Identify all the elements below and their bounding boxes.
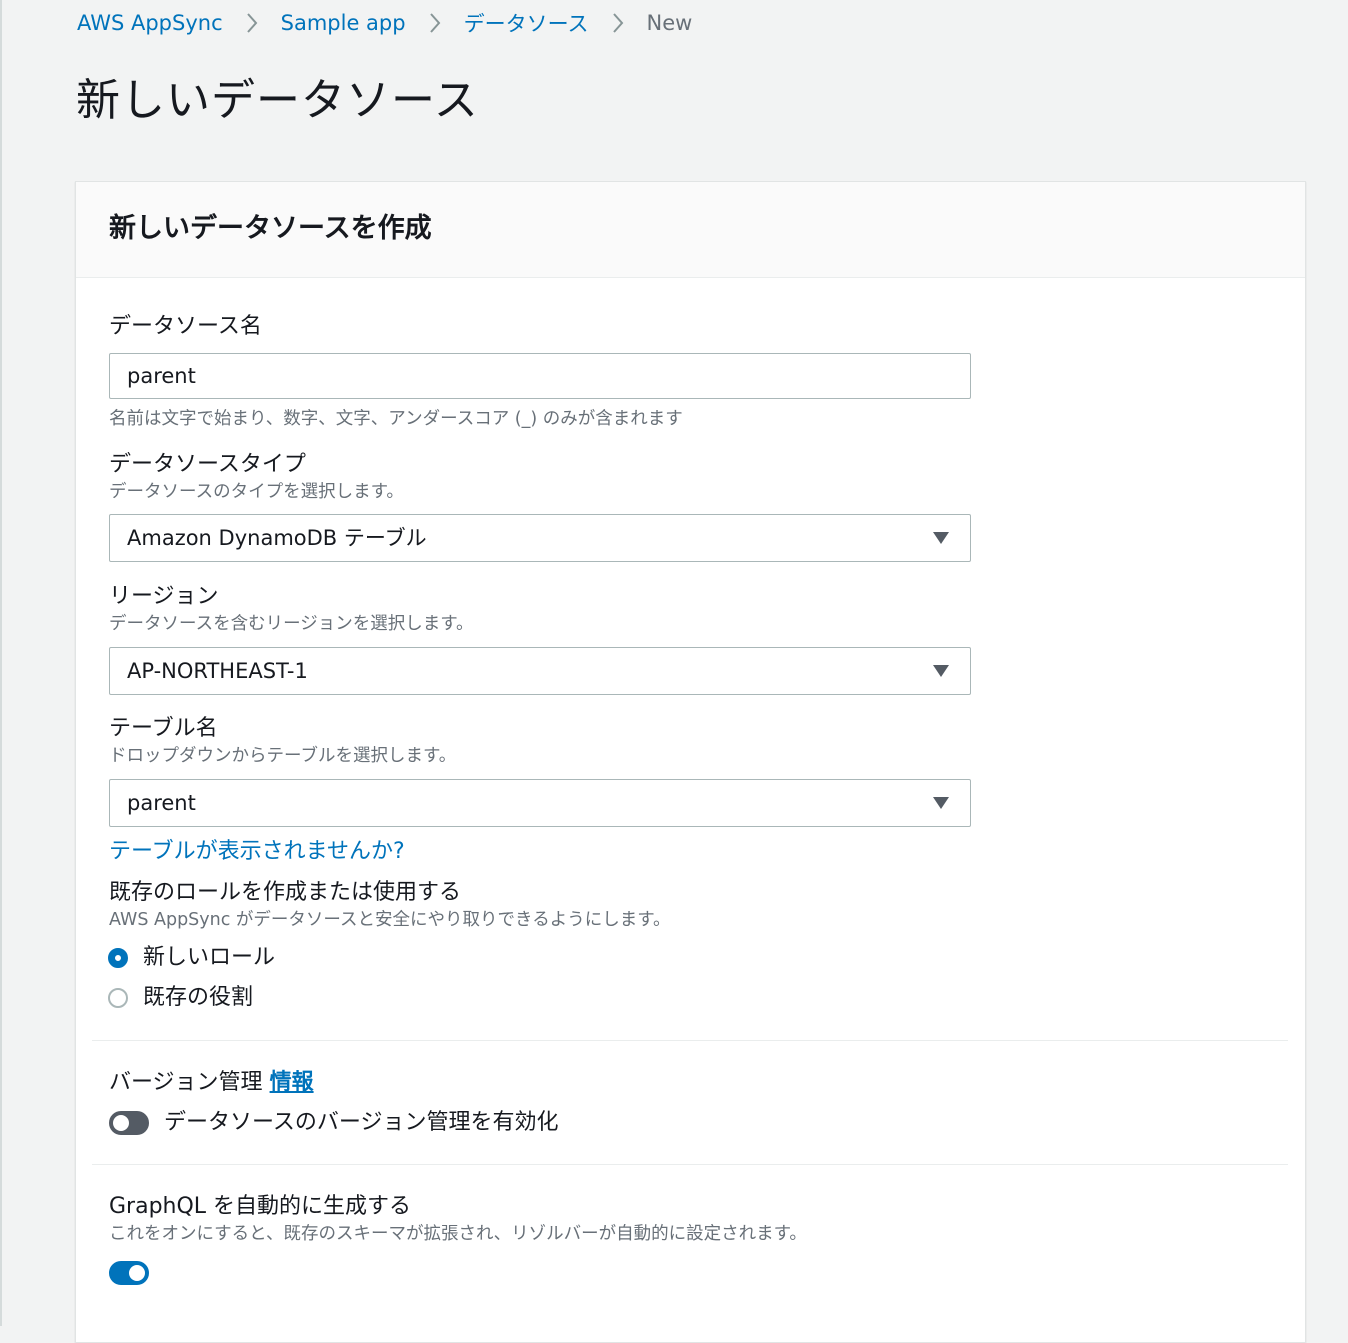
table-missing-link[interactable]: テーブルが表示されませんか? (109, 836, 405, 868)
radio-new-role[interactable]: 新しいロール (108, 942, 275, 974)
breadcrumb-link-data-sources[interactable]: データソース (464, 8, 589, 38)
caret-down-icon (933, 532, 949, 544)
radio-new-role-label: 新しいロール (143, 945, 276, 970)
graphql-toggle[interactable] (109, 1261, 149, 1285)
region-select[interactable]: AP-NORTHEAST-1 (109, 647, 971, 695)
region-value: AP-NORTHEAST-1 (127, 659, 308, 683)
breadcrumb: AWS AppSync Sample app データソース New (77, 6, 692, 40)
table-name-label: テーブル名 (109, 716, 218, 741)
data-source-type-label: データソースタイプ (109, 452, 306, 477)
radio-existing-role[interactable]: 既存の役割 (108, 982, 253, 1014)
chevron-right-icon (416, 12, 454, 34)
radio-button-checked[interactable] (108, 948, 128, 968)
panel-title: 新しいデータソースを作成 (109, 213, 432, 244)
radio-existing-role-label: 既存の役割 (143, 985, 254, 1010)
breadcrumb-current: New (646, 11, 693, 35)
role-label: 既存のロールを作成または使用する (109, 880, 462, 905)
table-name-value: parent (127, 791, 196, 815)
versioning-label-row: バージョン管理 情報 (109, 1067, 314, 1099)
breadcrumb-link-appsync[interactable]: AWS AppSync (77, 11, 223, 35)
data-source-name-label: データソース名 (109, 314, 262, 339)
data-source-name-input[interactable] (110, 354, 947, 398)
data-source-type-select[interactable]: Amazon DynamoDB テーブル (109, 514, 971, 562)
caret-down-icon (933, 665, 949, 677)
table-name-select[interactable]: parent (109, 779, 971, 827)
radio-button-unchecked[interactable] (108, 988, 128, 1008)
versioning-info-link[interactable]: 情報 (270, 1070, 314, 1095)
versioning-toggle[interactable] (109, 1111, 149, 1135)
create-data-source-panel: 新しいデータソースを作成 データソース名 名前は文字で始まり、数字、文字、アンダ… (75, 181, 1306, 1343)
caret-down-icon (933, 797, 949, 809)
data-source-name-help: 名前は文字で始まり、数字、文字、アンダースコア (_) のみが含まれます (109, 409, 683, 429)
toggle-knob (113, 1115, 129, 1131)
role-description: AWS AppSync がデータソースと安全にやり取りできるようにします。 (109, 910, 671, 930)
page-left-border (0, 0, 2, 1326)
graphql-description: これをオンにすると、既存のスキーマが拡張され、リゾルバーが自動的に設定されます。 (109, 1224, 807, 1244)
data-source-type-value: Amazon DynamoDB テーブル (127, 526, 427, 550)
data-source-name-field[interactable] (109, 353, 971, 399)
page-title: 新しいデータソース (76, 75, 479, 126)
graphql-label: GraphQL を自動的に生成する (109, 1194, 412, 1219)
data-source-type-description: データソースのタイプを選択します。 (109, 482, 404, 502)
panel-header: 新しいデータソースを作成 (76, 182, 1305, 278)
versioning-label: バージョン管理 (109, 1070, 263, 1095)
section-divider (92, 1040, 1288, 1041)
chevron-right-icon (233, 12, 271, 34)
breadcrumb-link-sample-app[interactable]: Sample app (281, 11, 406, 35)
toggle-knob (129, 1265, 145, 1281)
region-description: データソースを含むリージョンを選択します。 (109, 614, 474, 634)
region-label: リージョン (109, 584, 219, 609)
versioning-toggle-label: データソースのバージョン管理を有効化 (164, 1110, 559, 1135)
section-divider (92, 1164, 1288, 1165)
chevron-right-icon (599, 12, 637, 34)
table-name-description: ドロップダウンからテーブルを選択します。 (109, 746, 457, 766)
